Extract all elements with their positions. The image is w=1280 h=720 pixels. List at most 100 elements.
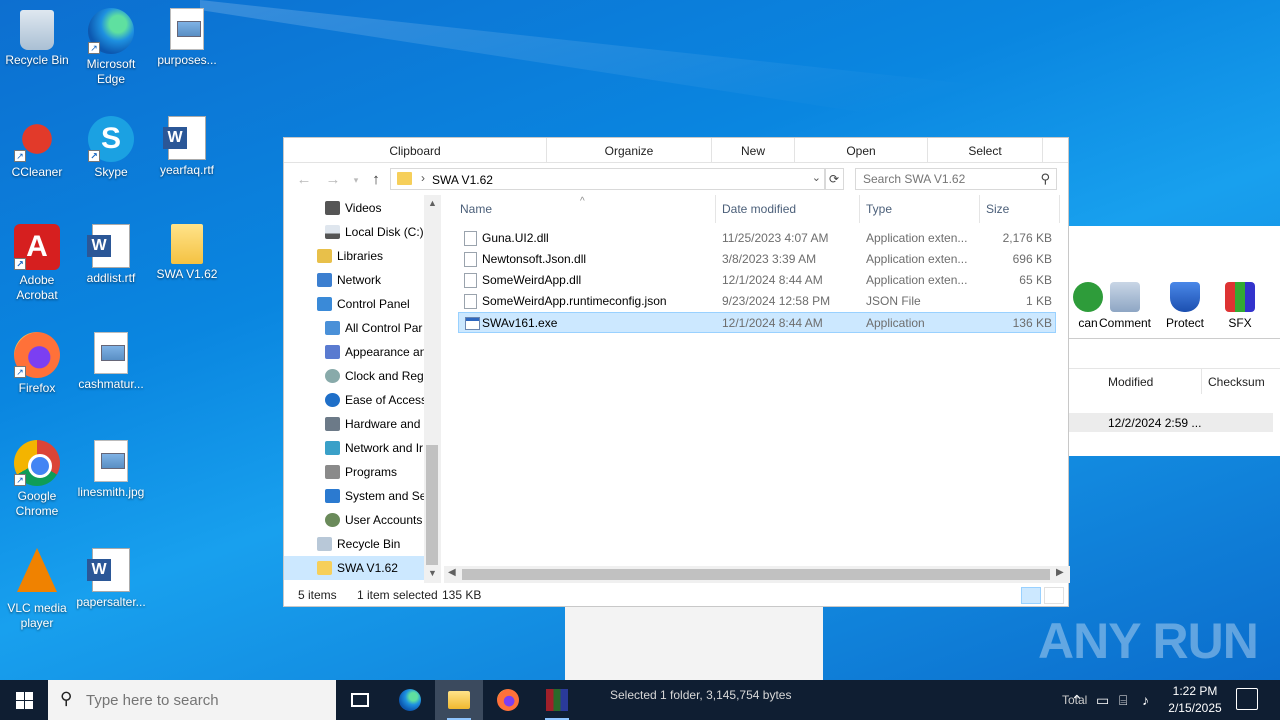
column-header-date[interactable]: Date modified	[716, 195, 860, 223]
desktop-icon-swa-folder[interactable]: SWA V1.62	[149, 218, 225, 282]
selection-size: 135 KB	[442, 588, 482, 602]
file-row[interactable]: Guna.UI2.dll 11/25/2023 4:07 AM Applicat…	[458, 228, 1056, 249]
column-modified[interactable]: Modified	[1108, 375, 1153, 389]
ease-of-access-icon	[325, 393, 340, 407]
volume-icon[interactable]: ♪	[1142, 680, 1149, 720]
nav-item-network-internet[interactable]: Network and Ir	[284, 436, 424, 460]
desktop-icon-edge[interactable]: ↗ Microsoft Edge	[73, 2, 149, 87]
status-bar: 5 items 1 item selected 135 KB	[284, 583, 1068, 607]
large-icons-view-icon[interactable]	[1044, 587, 1064, 604]
desktop-icon-label: VLC media player	[7, 601, 67, 630]
taskbar-winrar-icon[interactable]	[533, 680, 581, 720]
details-view-icon[interactable]	[1021, 587, 1041, 604]
scroll-up-icon[interactable]: ▲	[424, 198, 441, 208]
file-list[interactable]: Name ^ Date modified Type Size Guna.UI2.d…	[454, 195, 1068, 565]
nav-pane-scrollbar[interactable]: ▲ ▼	[424, 195, 441, 583]
nav-item-appearance[interactable]: Appearance an	[284, 340, 424, 364]
search-box[interactable]: ⚲	[855, 168, 1057, 190]
file-row[interactable]: SomeWeirdApp.dll 12/1/2024 8:44 AM Appli…	[458, 270, 1056, 291]
scroll-left-icon[interactable]: ◀	[448, 567, 456, 578]
address-bar[interactable]: › SWA V1.62 ⌄	[390, 168, 826, 190]
column-header-size[interactable]: Size	[980, 195, 1060, 223]
back-arrow-icon[interactable]: ←	[295, 171, 313, 189]
nav-item-clock-region[interactable]: Clock and Regi	[284, 364, 424, 388]
nav-item-swa-folder[interactable]: SWA V1.62	[284, 556, 424, 580]
desktop-icon-purposes[interactable]: purposes...	[149, 2, 225, 68]
desktop-icon-ccleaner[interactable]: ↗ CCleaner	[0, 110, 75, 180]
file-row[interactable]: SomeWeirdApp.runtimeconfig.json 9/23/202…	[458, 291, 1056, 312]
toolbar-comment-button[interactable]: Comment	[1095, 282, 1155, 330]
file-type: JSON File	[866, 294, 921, 308]
hardware-icon	[325, 417, 340, 431]
refresh-icon[interactable]: ⟳	[824, 168, 844, 190]
nav-item-hardware[interactable]: Hardware and	[284, 412, 424, 436]
desktop-icon-acrobat[interactable]: A ↗ Adobe Acrobat	[0, 218, 75, 303]
nav-item-programs[interactable]: Programs	[284, 460, 424, 484]
ribbon-group-open[interactable]: Open	[795, 138, 928, 163]
desktop-icon-recycle-bin[interactable]: Recycle Bin	[0, 2, 75, 68]
file-row-selected[interactable]: SWAv161.exe 12/1/2024 8:44 AM Applicatio…	[458, 312, 1056, 333]
nav-item-all-control-panel[interactable]: All Control Par	[284, 316, 424, 340]
ribbon-group-labels: Clipboard Organize New Open Select	[284, 138, 1068, 163]
nav-item-local-disk[interactable]: Local Disk (C:)	[284, 220, 424, 244]
sort-ascending-icon: ^	[580, 196, 585, 207]
archive-row-modified[interactable]: 12/2/2024 2:59 ...	[1108, 416, 1201, 430]
column-header-type[interactable]: Type	[860, 195, 980, 223]
desktop-icon-papersalter[interactable]: papersalter...	[73, 542, 149, 610]
forward-arrow-icon[interactable]: →	[324, 171, 342, 189]
ribbon-group-new[interactable]: New	[712, 138, 795, 163]
taskbar-edge-icon[interactable]	[386, 680, 434, 720]
windows-start-icon[interactable]	[0, 680, 48, 720]
nav-item-videos[interactable]: Videos	[284, 196, 424, 220]
search-input[interactable]	[856, 169, 1026, 189]
scroll-right-icon[interactable]: ▶	[1056, 567, 1064, 578]
column-header-name[interactable]: Name ^	[454, 195, 716, 223]
desktop-icon-skype[interactable]: S ↗ Skype	[73, 110, 149, 180]
appearance-icon	[325, 345, 340, 359]
desktop-icon-firefox[interactable]: ↗ Firefox	[0, 326, 75, 396]
horizontal-scrollbar[interactable]: ◀ ▶	[444, 566, 1070, 583]
navigation-pane[interactable]: Videos Local Disk (C:) Libraries Network…	[284, 195, 441, 583]
column-checksum[interactable]: Checksum	[1208, 375, 1265, 389]
desktop-icon-vlc[interactable]: VLC media player	[0, 542, 75, 631]
taskbar-clock[interactable]: 1:22 PM 2/15/2025	[1160, 683, 1230, 717]
taskbar-search-box[interactable]: ⚲	[48, 680, 336, 720]
ribbon-group-select[interactable]: Select	[928, 138, 1043, 163]
breadcrumb-current[interactable]: SWA V1.62	[432, 173, 493, 187]
scrollbar-thumb[interactable]	[462, 569, 1050, 580]
file-explorer-window[interactable]: Clipboard Organize New Open Select ← → ▾…	[283, 137, 1070, 607]
nav-item-ease-of-access[interactable]: Ease of Access	[284, 388, 424, 412]
desktop-icon-cashmatur[interactable]: cashmatur...	[73, 326, 149, 392]
scroll-down-icon[interactable]: ▼	[424, 568, 441, 578]
nav-item-control-panel[interactable]: Control Panel	[284, 292, 424, 316]
notifications-icon[interactable]	[1236, 688, 1258, 710]
show-hidden-icons-chevron-icon[interactable]: ⌃	[1071, 680, 1083, 720]
file-row[interactable]: Newtonsoft.Json.dll 3/8/2023 3:39 AM App…	[458, 249, 1056, 270]
network-icon[interactable]: ⌸	[1119, 680, 1127, 720]
nav-item-libraries[interactable]: Libraries	[284, 244, 424, 268]
desktop-icon-linesmith[interactable]: linesmith.jpg	[73, 434, 149, 500]
background-archive-window[interactable]: can Comment Protect SFX Modified Checksu…	[1068, 226, 1280, 456]
nav-item-user-accounts[interactable]: User Accounts	[284, 508, 424, 532]
up-arrow-icon[interactable]: ↑	[367, 171, 385, 189]
device-icon[interactable]: ▭	[1096, 680, 1109, 720]
task-view-icon[interactable]	[336, 680, 384, 720]
chevron-down-icon[interactable]: ⌄	[812, 171, 821, 184]
taskbar-search-input[interactable]	[86, 690, 326, 710]
nav-item-system-security[interactable]: System and Sec	[284, 484, 424, 508]
desktop-icon-chrome[interactable]: ↗ Google Chrome	[0, 434, 75, 519]
desktop-icon-yearfaq[interactable]: yearfaq.rtf	[149, 110, 225, 178]
scrollbar-thumb[interactable]	[426, 445, 438, 565]
nav-item-recycle-bin[interactable]: Recycle Bin	[284, 532, 424, 556]
ribbon-group-organize[interactable]: Organize	[547, 138, 712, 163]
nav-item-network[interactable]: Network	[284, 268, 424, 292]
toolbar-sfx-button[interactable]: SFX	[1210, 282, 1270, 330]
ribbon-group-clipboard[interactable]: Clipboard	[284, 138, 547, 163]
file-size: 696 KB	[1012, 252, 1052, 266]
toolbar-protect-button[interactable]: Protect	[1155, 282, 1215, 330]
taskbar-firefox-icon[interactable]	[484, 680, 532, 720]
desktop-icon-addlist[interactable]: addlist.rtf	[73, 218, 149, 286]
taskbar-file-explorer-icon[interactable]	[435, 680, 483, 720]
recent-locations-chevron-icon[interactable]: ▾	[347, 171, 365, 189]
search-icon[interactable]: ⚲	[1040, 171, 1050, 187]
